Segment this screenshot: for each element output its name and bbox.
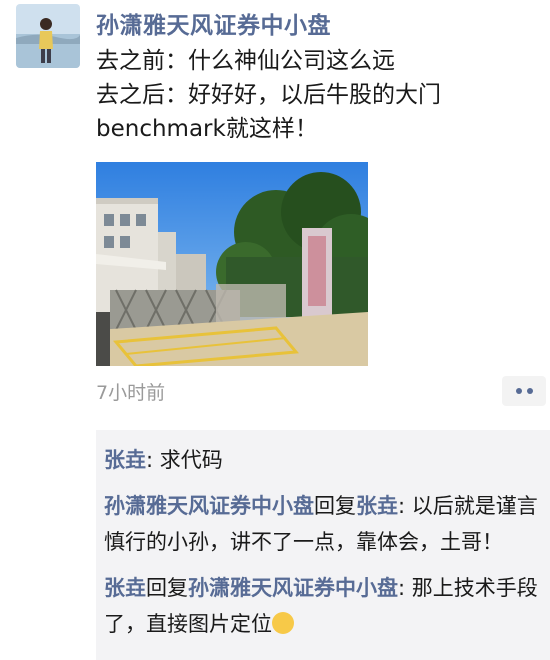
- reply-target[interactable]: 张垚: [356, 494, 398, 518]
- reply-word: 回复: [314, 494, 356, 518]
- smirk-emoji-icon: [272, 612, 294, 634]
- comment[interactable]: 孙潇雅天风证券中小盘回复张垚: 以后就是谨言慎行的小孙，讲不了一点，靠体会，土哥…: [104, 488, 540, 560]
- post-line: 去之前：什么神仙公司这么远: [96, 48, 395, 74]
- comment-sep: :: [398, 494, 412, 518]
- comment-user[interactable]: 孙潇雅天风证券中小盘: [104, 494, 314, 518]
- comment-sep: :: [398, 576, 412, 600]
- comment-sep: :: [146, 448, 160, 472]
- more-dots-icon[interactable]: [502, 376, 546, 406]
- post-text: 去之前：什么神仙公司这么远 去之后：好好好，以后牛股的大门 benchmark就…: [96, 44, 536, 146]
- post-photo[interactable]: [96, 162, 368, 366]
- comment-text: 求代码: [159, 448, 223, 472]
- reply-target[interactable]: 孙潇雅天风证券中小盘: [188, 576, 398, 600]
- reply-word: 回复: [146, 576, 188, 600]
- comment-user[interactable]: 张垚: [104, 448, 146, 472]
- post-time: 7小时前: [96, 382, 166, 404]
- comment-user[interactable]: 张垚: [104, 576, 146, 600]
- comment[interactable]: 张垚回复孙潇雅天风证券中小盘: 那上技术手段了，直接图片定位: [104, 570, 540, 642]
- comments-section: 张垚: 求代码 孙潇雅天风证券中小盘回复张垚: 以后就是谨言慎行的小孙，讲不了一…: [96, 430, 550, 660]
- post-line: 去之后：好好好，以后牛股的大门: [96, 82, 441, 108]
- post-line: benchmark就这样！: [96, 116, 318, 142]
- avatar[interactable]: [16, 4, 80, 68]
- post-author-name[interactable]: 孙潇雅天风证券中小盘: [96, 6, 331, 40]
- comment[interactable]: 张垚: 求代码: [104, 442, 540, 478]
